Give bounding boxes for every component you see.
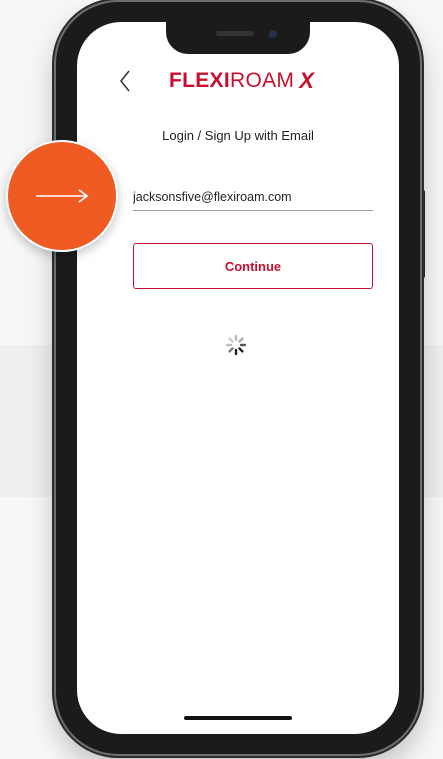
arrow-right-icon: [36, 189, 89, 203]
email-field[interactable]: [133, 187, 373, 211]
home-indicator[interactable]: [184, 716, 292, 720]
page-title: Login / Sign Up with Email: [162, 128, 314, 143]
spinner-icon: [225, 334, 247, 356]
flexiroam-logo: FLEXIROAM X: [169, 66, 314, 96]
logo-x-mark: X: [299, 68, 314, 93]
phone-screen: FLEXIROAM X Login / Sign Up with Email C…: [77, 22, 399, 734]
front-camera: [269, 30, 277, 38]
back-button[interactable]: [113, 66, 137, 96]
logo-text: FLEXIROAM: [169, 69, 295, 92]
tap-indicator: [6, 140, 118, 252]
chevron-left-icon: [120, 70, 130, 92]
continue-button[interactable]: Continue: [133, 243, 373, 289]
phone-frame: FLEXIROAM X Login / Sign Up with Email C…: [56, 2, 420, 754]
phone-notch: [166, 22, 310, 54]
speaker-grille: [216, 31, 254, 36]
